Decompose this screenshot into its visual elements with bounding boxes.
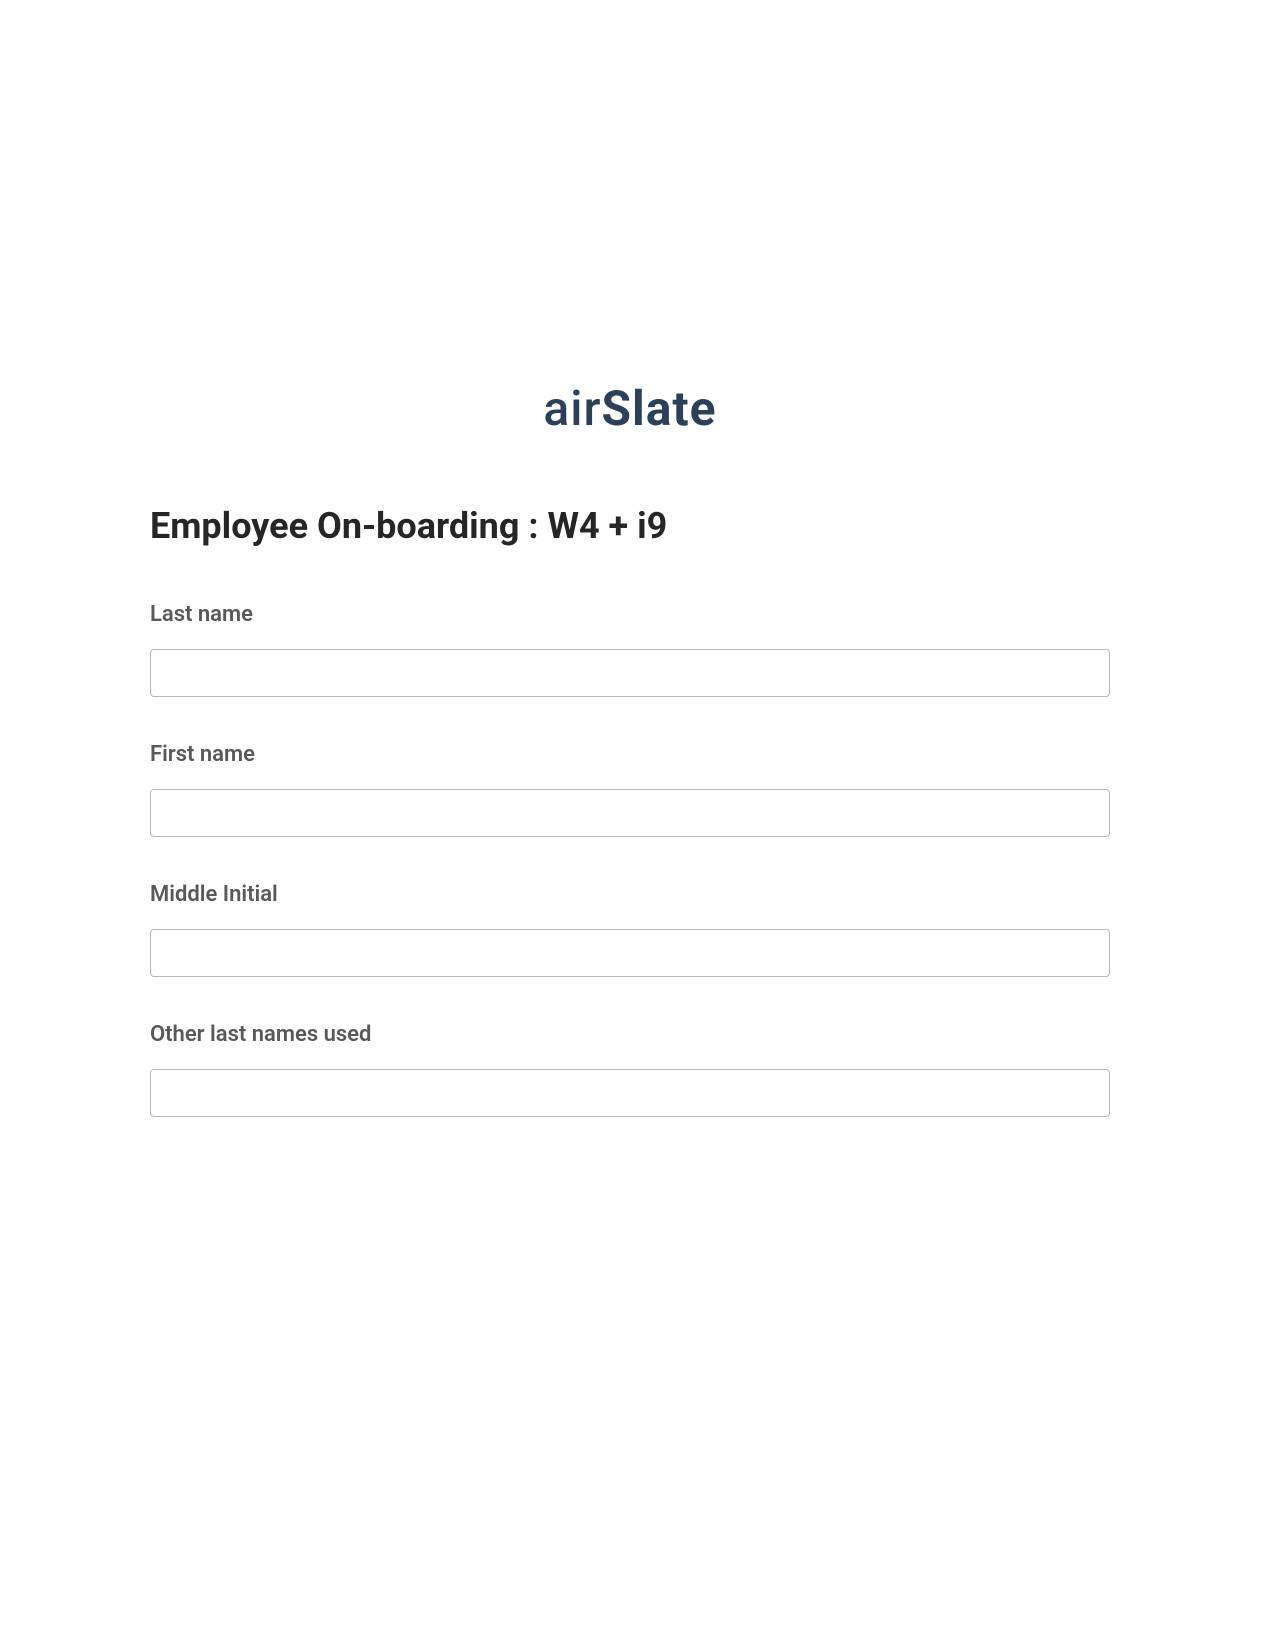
- field-last-name: Last name: [150, 602, 1110, 697]
- input-other-last-names[interactable]: [150, 1069, 1110, 1117]
- label-last-name: Last name: [150, 602, 1110, 627]
- field-first-name: First name: [150, 742, 1110, 837]
- label-other-last-names: Other last names used: [150, 1022, 1110, 1047]
- input-middle-initial[interactable]: [150, 929, 1110, 977]
- brand-logo: airSlate: [543, 380, 716, 437]
- field-other-last-names: Other last names used: [150, 1022, 1110, 1117]
- label-middle-initial: Middle Initial: [150, 882, 1110, 907]
- field-middle-initial: Middle Initial: [150, 882, 1110, 977]
- form-title: Employee On-boarding : W4 + i9: [150, 505, 1110, 547]
- logo-wrap: airSlate: [150, 380, 1110, 437]
- form-container: airSlate Employee On-boarding : W4 + i9 …: [150, 380, 1110, 1162]
- brand-name-part2: Slate: [601, 380, 716, 437]
- label-first-name: First name: [150, 742, 1110, 767]
- input-last-name[interactable]: [150, 649, 1110, 697]
- input-first-name[interactable]: [150, 789, 1110, 837]
- brand-name-part1: air: [543, 380, 601, 437]
